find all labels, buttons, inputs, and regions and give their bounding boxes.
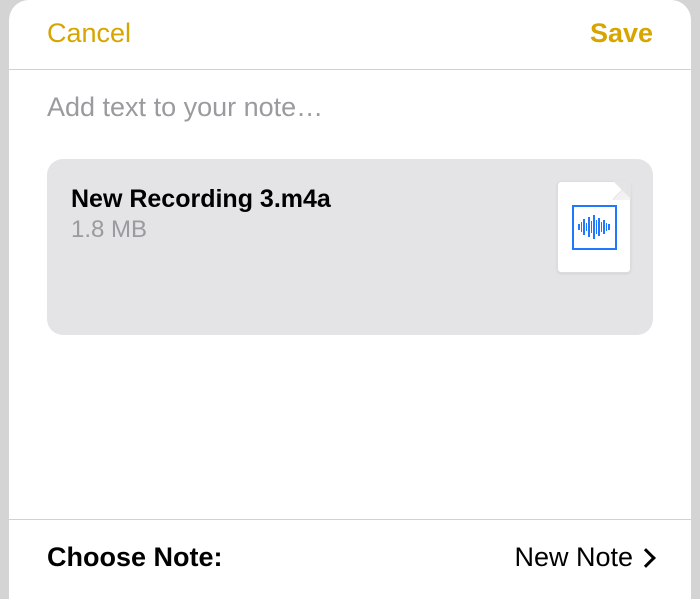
attachment-filesize: 1.8 MB xyxy=(71,216,557,244)
cancel-button[interactable]: Cancel xyxy=(47,18,131,49)
selected-note-text: New Note xyxy=(514,542,633,573)
attachment-info: New Recording 3.m4a 1.8 MB xyxy=(71,185,557,244)
modal-header: Cancel Save xyxy=(9,0,691,70)
audio-file-icon xyxy=(557,181,631,273)
choose-note-row[interactable]: Choose Note: New Note xyxy=(9,519,691,599)
save-button[interactable]: Save xyxy=(590,18,653,49)
waveform-icon xyxy=(572,205,617,250)
note-text-input[interactable] xyxy=(47,92,653,123)
attachment-filename: New Recording 3.m4a xyxy=(71,185,557,214)
attachment-card[interactable]: New Recording 3.m4a 1.8 MB xyxy=(47,159,653,335)
choose-note-label: Choose Note: xyxy=(47,542,223,573)
share-to-notes-modal: Cancel Save New Recording 3.m4a 1.8 MB xyxy=(9,0,691,599)
modal-content: New Recording 3.m4a 1.8 MB xyxy=(9,70,691,519)
chevron-right-icon xyxy=(636,548,656,568)
choose-note-value: New Note xyxy=(514,542,653,573)
